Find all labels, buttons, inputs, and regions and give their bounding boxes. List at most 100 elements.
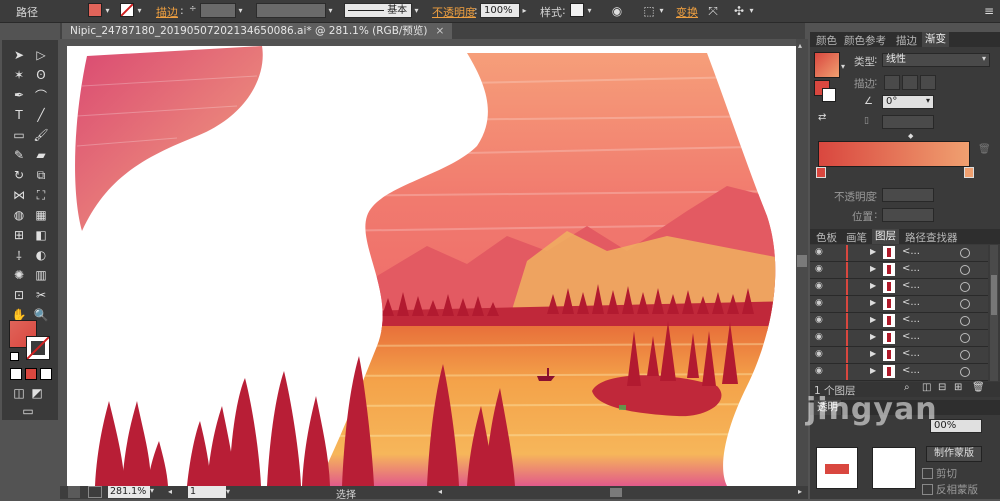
chevron-down-icon[interactable]: ▾ — [747, 3, 756, 18]
eyedropper-tool-icon[interactable]: ⸸ — [10, 246, 28, 264]
target-circle-icon[interactable] — [960, 333, 970, 343]
chevron-down-icon[interactable]: ▾ — [657, 3, 666, 18]
canvas[interactable] — [60, 39, 796, 486]
default-colors-icon[interactable] — [10, 352, 19, 361]
make-mask-button[interactable]: 制作蒙版 — [926, 446, 982, 462]
chevron-down-icon[interactable]: ▾ — [236, 3, 245, 18]
invert-mask-checkbox[interactable] — [922, 484, 933, 495]
target-circle-icon[interactable] — [960, 248, 970, 258]
lasso-tool-icon[interactable]: ʘ — [32, 66, 50, 84]
layers-scroll-thumb[interactable] — [991, 275, 997, 315]
eye-icon[interactable]: ◉ — [815, 366, 826, 377]
screen-mode-icon[interactable]: ▭ — [19, 402, 37, 420]
scroll-left-icon[interactable]: ◂ — [438, 487, 442, 496]
stroke-gradient-across-icon[interactable] — [920, 75, 936, 90]
scrollbar-thumb[interactable] — [797, 255, 807, 267]
reverse-gradient-icon[interactable]: ⇄ — [818, 112, 826, 123]
gradient-tool-icon[interactable]: ◧ — [32, 226, 50, 244]
expand-triangle-icon[interactable]: ▶ — [870, 315, 876, 324]
gradient-stop-left[interactable] — [816, 167, 826, 178]
mesh-tool-icon[interactable]: ⊞ — [10, 226, 28, 244]
opacity-input[interactable] — [882, 188, 934, 202]
new-sublayer-icon[interactable]: ⊟ — [938, 382, 946, 393]
color-mode-icon[interactable] — [10, 368, 22, 380]
direct-selection-tool-icon[interactable]: ▷ — [32, 46, 50, 64]
type-tool-icon[interactable]: T — [10, 106, 28, 124]
close-icon[interactable]: × — [436, 25, 445, 37]
chevron-down-icon[interactable]: ▾ — [226, 487, 230, 496]
stroke-gradient-within-icon[interactable] — [884, 75, 900, 90]
target-circle-icon[interactable] — [960, 299, 970, 309]
location-input[interactable] — [882, 208, 934, 222]
target-circle-icon[interactable] — [960, 350, 970, 360]
artboard-number-input[interactable]: 1 — [188, 486, 226, 498]
scale-tool-icon[interactable]: ⧉ — [32, 166, 50, 184]
width-tool-icon[interactable]: ⋈ — [10, 186, 28, 204]
target-circle-icon[interactable] — [960, 367, 970, 377]
chevron-down-icon[interactable]: ▾ — [982, 54, 986, 63]
perspective-grid-tool-icon[interactable]: ▦ — [32, 206, 50, 224]
layer-row[interactable]: ◉ ▶ <... — [810, 364, 988, 381]
shape-builder-tool-icon[interactable]: ◍ — [10, 206, 28, 224]
zoom-input[interactable]: 281.1% — [108, 486, 150, 498]
tab-layers[interactable]: 图层 — [872, 229, 899, 244]
variable-width-profile[interactable] — [256, 3, 326, 18]
gradient-mode-icon[interactable] — [25, 368, 37, 380]
layers-scrollbar[interactable] — [990, 245, 998, 381]
scroll-right-icon[interactable]: ▸ — [798, 487, 802, 496]
tab-gradient[interactable]: 渐变 — [922, 32, 949, 47]
expand-triangle-icon[interactable]: ▶ — [870, 298, 876, 307]
mask-thumbnail[interactable] — [872, 447, 916, 489]
eye-icon[interactable]: ◉ — [815, 264, 826, 275]
eraser-tool-icon[interactable]: ▰ — [32, 146, 50, 164]
eye-icon[interactable]: ◉ — [815, 349, 826, 360]
chevron-down-icon[interactable]: ▾ — [585, 3, 594, 18]
isolate-group-icon[interactable]: ⤧ — [704, 2, 722, 20]
layer-row[interactable]: ◉ ▶ <... — [810, 245, 988, 262]
pencil-tool-icon[interactable]: ✎ — [10, 146, 28, 164]
gradient-slider[interactable] — [818, 141, 970, 167]
layer-row[interactable]: ◉ ▶ <... — [810, 330, 988, 347]
new-layer-icon[interactable]: ⊞ — [954, 382, 962, 393]
opacity-label[interactable]: 不透明度 — [432, 4, 476, 20]
stroke-label[interactable]: 描边 — [156, 4, 178, 20]
draw-normal-icon[interactable]: ◫ — [10, 384, 28, 402]
stroke-gradient-along-icon[interactable] — [902, 75, 918, 90]
expand-triangle-icon[interactable]: ▶ — [870, 366, 876, 375]
expand-triangle-icon[interactable]: ▶ — [870, 281, 876, 290]
draw-behind-icon[interactable]: ◩ — [28, 384, 46, 402]
expand-triangle-icon[interactable]: ▶ — [870, 264, 876, 273]
magic-wand-tool-icon[interactable]: ✶ — [10, 66, 28, 84]
delete-stop-icon[interactable]: 🗑 — [978, 144, 991, 155]
artboard-tool-icon[interactable]: ⊡ — [10, 286, 28, 304]
artboard[interactable] — [67, 46, 796, 486]
eye-icon[interactable]: ◉ — [815, 298, 826, 309]
layer-row[interactable]: ◉ ▶ <... — [810, 313, 988, 330]
slice-tool-icon[interactable]: ✂ — [32, 286, 50, 304]
target-circle-icon[interactable] — [960, 316, 970, 326]
opacity-input[interactable]: 100% — [480, 3, 520, 18]
rectangle-tool-icon[interactable]: ▭ — [10, 126, 28, 144]
eye-icon[interactable]: ◉ — [815, 247, 826, 258]
midpoint-diamond-icon[interactable]: ◆ — [908, 132, 913, 140]
layer-row[interactable]: ◉ ▶ <... — [810, 262, 988, 279]
layer-row[interactable]: ◉ ▶ <... — [810, 296, 988, 313]
tab-brushes[interactable]: 画笔 — [846, 230, 867, 245]
column-graph-tool-icon[interactable]: ▥ — [32, 266, 50, 284]
paintbrush-tool-icon[interactable]: 🖌 — [32, 126, 50, 144]
free-transform-tool-icon[interactable]: ⛶ — [32, 186, 50, 204]
tab-stroke[interactable]: 描边 — [896, 33, 917, 48]
eye-icon[interactable]: ◉ — [815, 281, 826, 292]
gradient-stop-right[interactable] — [964, 167, 974, 178]
tab-color[interactable]: 颜色 — [816, 33, 837, 48]
chevron-down-icon[interactable]: ▾ — [103, 3, 112, 18]
delete-layer-icon[interactable]: 🗑 — [972, 382, 985, 393]
selection-tool-icon[interactable]: ➤ — [10, 46, 28, 64]
chevron-down-icon[interactable]: ▾ — [326, 3, 335, 18]
gradient-type-select[interactable]: 线性 — [882, 53, 990, 67]
chevron-down-icon[interactable]: ▾ — [150, 486, 154, 495]
export-icon[interactable] — [88, 486, 102, 498]
line-tool-icon[interactable]: ╱ — [32, 106, 50, 124]
tab-color-guide[interactable]: 颜色参考 — [844, 33, 886, 48]
gradient-preview[interactable] — [814, 52, 840, 78]
